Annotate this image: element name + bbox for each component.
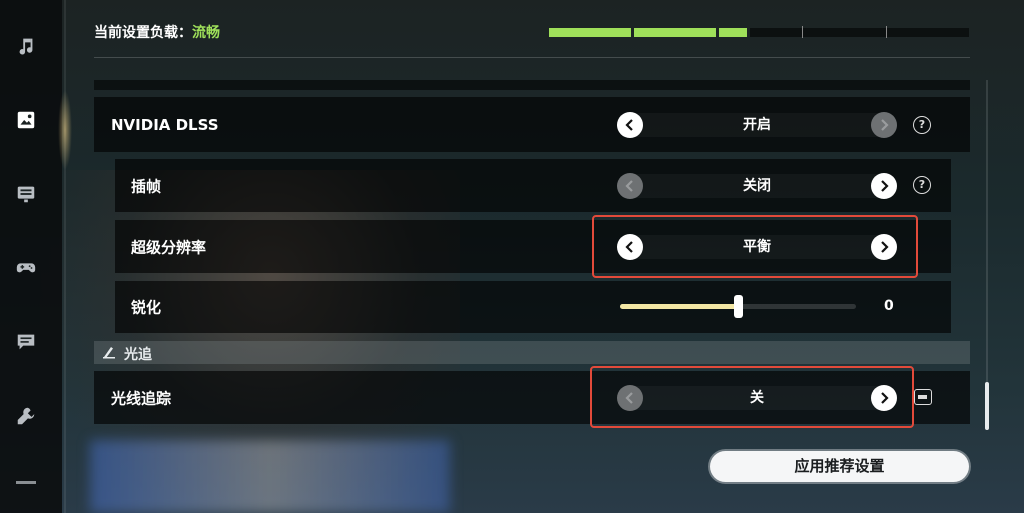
load-label-text: 当前设置负载：	[94, 25, 192, 41]
sharpen-label: 锐化	[131, 298, 162, 317]
super-res-label: 超级分辨率	[131, 238, 207, 256]
sidebar-item-display[interactable]	[10, 178, 42, 210]
ray-tracing-label: 光线追踪	[111, 389, 172, 407]
setting-row-frame-gen: 插帧 关闭 ?	[115, 159, 951, 212]
frame-gen-label: 插帧	[131, 177, 162, 195]
pencil-ruler-icon	[103, 347, 115, 359]
sidebar	[0, 0, 62, 513]
sharpen-slider-fill	[620, 304, 738, 309]
load-label: 当前设置负载：流畅	[94, 22, 220, 42]
sidebar-more-indicator	[16, 481, 36, 484]
panel-edge	[94, 80, 970, 90]
sidebar-item-other[interactable]	[10, 400, 42, 432]
frame-gen-selector: 关闭	[616, 171, 898, 201]
image-preview-icon[interactable]	[914, 389, 932, 405]
load-segment	[719, 28, 747, 37]
sidebar-divider	[64, 0, 66, 513]
dlss-selector: 开启	[616, 110, 898, 140]
section-header-ray-tracing: 光追	[94, 341, 970, 364]
image-icon	[17, 111, 35, 129]
dlss-next-button[interactable]	[871, 111, 897, 138]
frame-gen-help-icon[interactable]: ?	[913, 176, 931, 194]
sharpen-value: 0	[884, 298, 894, 314]
music-note-icon	[19, 38, 33, 55]
load-segment-empty	[750, 28, 969, 37]
ray-tracing-highlight-box	[590, 366, 914, 428]
background-decoration	[90, 440, 450, 513]
sidebar-item-audio[interactable]	[10, 30, 42, 62]
frame-gen-prev-button[interactable]	[617, 172, 643, 199]
frame-gen-value: 关闭	[743, 177, 771, 194]
wrench-icon	[17, 407, 35, 425]
frame-gen-next-button[interactable]	[871, 172, 897, 199]
apply-recommended-button[interactable]: 应用推荐设置	[710, 451, 969, 482]
chevron-left-icon	[625, 118, 633, 131]
section-title: 光追	[124, 347, 152, 363]
active-glow	[58, 90, 72, 170]
load-tick	[802, 26, 803, 38]
dlss-prev-button[interactable]	[617, 111, 643, 138]
display-settings-icon	[17, 186, 35, 203]
sidebar-item-chat[interactable]	[10, 326, 42, 358]
super-res-highlight-box	[592, 215, 918, 278]
scrollbar-thumb[interactable]	[985, 382, 989, 430]
scrollbar[interactable]	[985, 80, 989, 430]
sidebar-item-controls[interactable]	[10, 252, 42, 284]
chat-icon	[17, 334, 35, 350]
load-segment	[549, 28, 631, 37]
header-divider	[94, 57, 970, 58]
gamepad-icon	[16, 263, 36, 273]
chevron-right-icon	[881, 118, 889, 131]
load-segment	[634, 28, 716, 37]
load-meter	[549, 28, 969, 37]
sharpen-slider[interactable]	[620, 295, 856, 318]
sharpen-slider-thumb[interactable]	[734, 295, 743, 318]
dlss-label: NVIDIA DLSS	[111, 115, 219, 134]
load-value: 流畅	[192, 25, 220, 41]
chevron-left-icon	[625, 179, 633, 192]
dlss-help-icon[interactable]: ?	[913, 116, 931, 134]
dlss-value: 开启	[743, 116, 771, 133]
setting-row-dlss: NVIDIA DLSS 开启 ?	[94, 97, 970, 152]
sidebar-item-graphics[interactable]	[10, 104, 42, 136]
chevron-right-icon	[881, 179, 889, 192]
load-tick	[886, 26, 887, 38]
